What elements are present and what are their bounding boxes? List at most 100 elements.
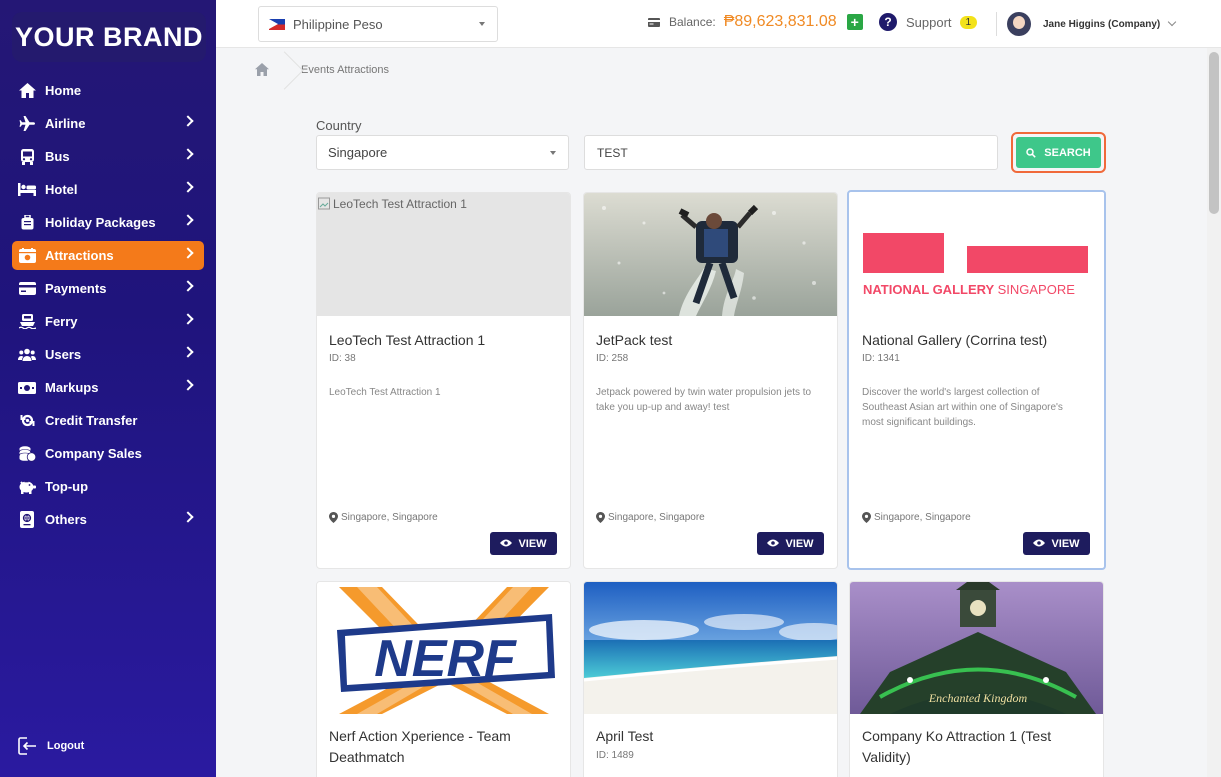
chevron-right-icon [182, 148, 194, 160]
sidebar-item-company-sales[interactable]: Company Sales [12, 439, 204, 468]
card-id: ID: 1341 [862, 353, 900, 364]
search-button-inner: SEARCH [1016, 137, 1101, 168]
sidebar-item-others[interactable]: Others [12, 505, 204, 534]
view-button[interactable]: VIEW [490, 532, 557, 555]
logout-label: Logout [47, 740, 85, 752]
sidebar-item-airline[interactable]: Airline [12, 109, 204, 138]
currency-select[interactable]: Philippine Peso [258, 6, 498, 42]
support-label: Support [906, 14, 952, 30]
sidebar-item-bus[interactable]: Bus [12, 142, 204, 171]
card-title: LeoTech Test Attraction 1 [329, 332, 486, 348]
card-image [584, 582, 837, 714]
eye-icon [500, 538, 513, 550]
sidebar-item-label: Users [45, 347, 82, 362]
top-up-plus-button[interactable]: + [846, 14, 863, 30]
nerf-logo-text: NERF [374, 630, 517, 688]
attraction-card[interactable]: LeoTech Test Attraction 1 LeoTech Test A… [316, 192, 571, 569]
credit-card-icon [18, 281, 36, 297]
question-icon: ? [879, 13, 897, 31]
user-menu[interactable]: Jane Higgins (Company) [1007, 12, 1177, 36]
sidebar-item-label: Attractions [45, 248, 114, 263]
attraction-card[interactable]: NERF Nerf Action Xperience - Team Deathm… [316, 581, 571, 777]
country-value: Singapore [328, 145, 388, 160]
breadcrumb-separator [279, 48, 293, 92]
coins-icon [18, 445, 36, 462]
sidebar-item-ferry[interactable]: Ferry [12, 307, 204, 336]
attraction-card[interactable]: April Test ID: 1489 [583, 581, 838, 777]
sidebar-item-markups[interactable]: Markups [12, 373, 204, 402]
sidebar-item-holiday-packages[interactable]: Holiday Packages [12, 208, 204, 237]
chevron-right-icon [182, 247, 194, 259]
card-location-text: Singapore, Singapore [874, 512, 971, 523]
sidebar-item-payments[interactable]: Payments [12, 274, 204, 303]
users-icon [18, 347, 36, 363]
support-link[interactable]: ? Support 1 [879, 13, 978, 31]
card-image: NATIONAL GALLERY SINGAPORE [850, 193, 1104, 316]
country-select[interactable]: Singapore [316, 135, 569, 170]
card-title: Company Ko Attraction 1 (Test Validity) [862, 728, 1052, 765]
card-location: Singapore, Singapore [862, 512, 971, 523]
card-id: ID: 38 [329, 353, 356, 364]
bed-icon [18, 182, 36, 198]
chevron-right-icon [182, 346, 194, 358]
logout-icon [18, 737, 37, 755]
sidebar-item-attractions[interactable]: Attractions [12, 241, 204, 270]
sidebar-item-label: Credit Transfer [45, 413, 138, 428]
sidebar-item-label: Hotel [45, 182, 78, 197]
search-button[interactable]: SEARCH [1011, 132, 1106, 173]
scrollbar-thumb[interactable] [1209, 52, 1219, 214]
sidebar-item-label: Airline [45, 116, 86, 131]
sidebar-item-label: Markups [45, 380, 99, 395]
card-location-text: Singapore, Singapore [341, 512, 438, 523]
balance-label: Balance: [669, 15, 716, 29]
sidebar-item-home[interactable]: Home [12, 76, 204, 105]
broken-image-alt: LeoTech Test Attraction 1 [317, 193, 570, 212]
national-gallery-logo [863, 233, 1088, 273]
sidebar-item-label: Top-up [45, 479, 89, 494]
search-input[interactable] [584, 135, 998, 170]
chevron-right-icon [182, 313, 194, 325]
wallet-icon [648, 17, 660, 27]
chevron-right-icon [182, 379, 194, 391]
chevron-right-icon [182, 280, 194, 292]
sidebar: YOUR BRAND Home Airline Bus Hotel Holida… [0, 0, 216, 777]
card-description: Jetpack powered by twin water propulsion… [596, 387, 812, 413]
sidebar-item-credit-transfer[interactable]: Credit Transfer [12, 406, 204, 435]
card-image [584, 193, 837, 316]
money-icon [18, 380, 36, 396]
chevron-right-icon [182, 181, 194, 193]
logout-button[interactable]: Logout [18, 737, 84, 755]
attraction-card[interactable]: Enchanted Kingdom Company Ko Attraction … [849, 581, 1104, 777]
sidebar-item-label: Company Sales [45, 446, 142, 461]
beach-photo [584, 582, 837, 714]
card-image: LeoTech Test Attraction 1 [317, 193, 570, 316]
card-image-alt-text: LeoTech Test Attraction 1 [333, 197, 467, 211]
card-id: ID: 258 [596, 353, 629, 364]
sidebar-item-hotel[interactable]: Hotel [12, 175, 204, 204]
currency-value: Philippine Peso [293, 16, 383, 32]
view-button[interactable]: VIEW [1023, 532, 1090, 555]
balance-display: Balance: ₱89,623,831.08 + [648, 13, 863, 31]
logo-text-a: NATIONAL GALLERY [863, 282, 994, 297]
balance-amount: ₱89,623,831.08 [723, 13, 837, 30]
sidebar-nav: Home Airline Bus Hotel Holiday Packages [12, 76, 204, 538]
enchanted-kingdom-photo: Enchanted Kingdom [850, 582, 1103, 714]
card-location: Singapore, Singapore [596, 512, 705, 523]
attraction-card[interactable]: NATIONAL GALLERY SINGAPORE National Gall… [847, 190, 1106, 570]
passport-icon [18, 511, 36, 528]
view-button[interactable]: VIEW [757, 532, 824, 555]
sidebar-item-users[interactable]: Users [12, 340, 204, 369]
sidebar-item-label: Holiday Packages [45, 215, 156, 230]
brand-logo[interactable]: YOUR BRAND [12, 12, 206, 62]
philippines-flag-icon [269, 18, 285, 30]
sidebar-item-top-up[interactable]: Top-up [12, 472, 204, 501]
breadcrumb-current: Events Attractions [301, 64, 390, 76]
card-title: National Gallery (Corrina test) [862, 332, 1048, 348]
attraction-card[interactable]: JetPack test ID: 258 Jetpack powered by … [583, 192, 838, 569]
logo-text: NATIONAL GALLERY SINGAPORE [863, 282, 1075, 297]
country-label: Country [316, 118, 362, 133]
sidebar-item-label: Ferry [45, 314, 78, 329]
support-count-badge: 1 [959, 15, 978, 29]
user-name: Jane Higgins (Company) [1043, 18, 1161, 30]
card-id: ID: 1489 [596, 750, 634, 761]
